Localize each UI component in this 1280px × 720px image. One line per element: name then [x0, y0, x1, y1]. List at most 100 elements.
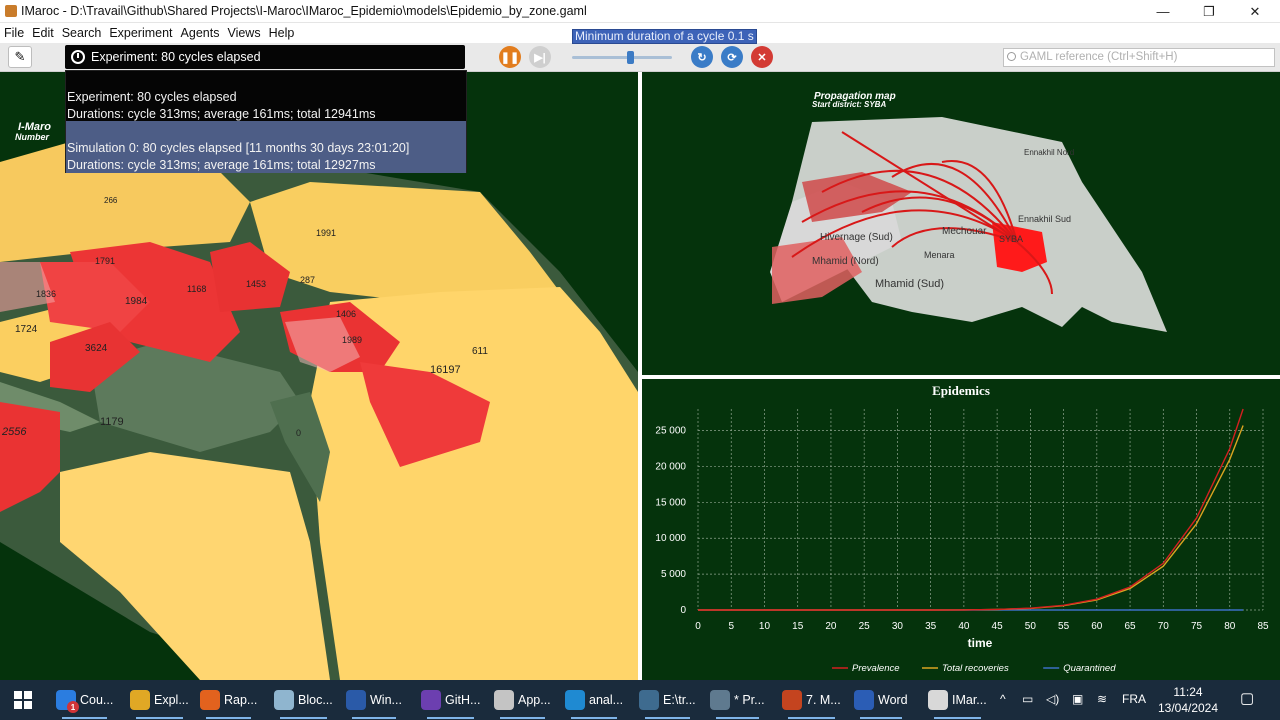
taskbar-app-9[interactable]: * Pr... — [710, 684, 765, 719]
propagation-map-view[interactable]: Propagation map Start district: SYBA Enn… — [642, 72, 1280, 375]
district-label: SYBA — [999, 234, 1023, 244]
battery-icon[interactable]: ▭ — [1022, 692, 1033, 706]
zone-label: 2556 — [1, 426, 27, 438]
restore-button[interactable]: ❐ — [1186, 0, 1232, 23]
y-tick-label: 20 000 — [655, 461, 686, 472]
x-tick-label: 10 — [759, 621, 771, 632]
y-tick-label: 15 000 — [655, 497, 686, 508]
district-label: Ennakhil Nord — [1024, 148, 1074, 157]
step-button[interactable]: ▶| — [529, 46, 551, 68]
x-tick-label: 0 — [695, 621, 701, 632]
propagation-map-subtitle: Start district: SYBA — [812, 100, 886, 109]
menu-agents[interactable]: Agents — [181, 26, 220, 40]
gaml-reference-search[interactable]: GAML reference (Ctrl+Shift+H) — [1003, 48, 1275, 67]
left-map-subtitle: Number — [15, 132, 50, 142]
reload-button[interactable]: ↻ — [691, 46, 713, 68]
stop-button[interactable]: ✕ — [751, 46, 773, 68]
experiment-info-popup: Experiment: 80 cycles elapsed Durations:… — [65, 70, 467, 173]
x-tick-label: 75 — [1191, 621, 1203, 632]
edit-model-button[interactable]: ✎ — [8, 46, 32, 68]
experiment-status[interactable]: Experiment: 80 cycles elapsed — [65, 45, 465, 69]
notification-badge: 1 — [67, 701, 79, 713]
x-tick-label: 55 — [1058, 621, 1070, 632]
taskbar-app-8[interactable]: E:\tr... — [639, 684, 696, 719]
taskbar-app-label: 7. M... — [806, 693, 841, 707]
zone-1179 — [60, 452, 330, 680]
taskbar-app-label: Expl... — [154, 693, 189, 707]
running-indicator — [860, 717, 902, 719]
zone-label: 16197 — [430, 364, 461, 376]
taskbar: 1 Cou... Expl... Rap... Bloc... Win... GitH...… — [0, 680, 1280, 720]
epidemics-chart-view[interactable]: Epidemics 0 5 000 10 000 15 000 20 000 25 000… — [642, 379, 1280, 680]
district-label: Hivernage (Sud) — [820, 232, 893, 243]
zone-label: 1989 — [342, 335, 362, 345]
windows-icon — [14, 691, 32, 709]
taskbar-app-7[interactable]: anal... — [565, 684, 623, 719]
running-indicator — [206, 717, 252, 719]
legend-label: Total recoveries — [942, 663, 1009, 674]
running-indicator — [645, 717, 690, 719]
taskbar-app-1[interactable]: Expl... — [130, 684, 189, 719]
taskbar-app-label: Word — [878, 693, 908, 707]
tray-chevron-icon[interactable]: ^ — [1000, 692, 1006, 706]
taskbar-app-label: E:\tr... — [663, 693, 696, 707]
propagation-map-canvas: Propagation map Start district: SYBA Enn… — [770, 91, 1167, 332]
x-tick-label: 25 — [859, 621, 871, 632]
speed-slider[interactable] — [572, 51, 672, 64]
chart-x-ticks: 0 5 10 15 20 25 30 35 40 45 50 55 60 65 70 75 80 85 — [695, 621, 1269, 632]
running-indicator — [788, 717, 835, 719]
start-button[interactable] — [14, 684, 32, 716]
legend-label: Prevalence — [852, 663, 900, 674]
taskbar-app-0[interactable]: 1 Cou... — [56, 684, 113, 719]
menu-help[interactable]: Help — [269, 26, 295, 40]
zone-label: 287 — [300, 275, 315, 285]
experiment-info-line1: Experiment: 80 cycles elapsed — [67, 90, 237, 104]
language-indicator[interactable]: FRA — [1122, 692, 1146, 706]
notifications-icon[interactable]: ▢ — [1240, 689, 1254, 707]
taskbar-app-10[interactable]: 7. M... — [782, 684, 841, 719]
simulation-info[interactable]: Simulation 0: 80 cycles elapsed [11 mont… — [66, 121, 466, 173]
window-title: IMaroc - D:\Travail\Github\Shared Projec… — [21, 4, 587, 18]
running-indicator — [280, 717, 327, 719]
relaunch-button[interactable]: ⟳ — [721, 46, 743, 68]
menu-file[interactable]: File — [4, 26, 24, 40]
zone-label: 1179 — [100, 416, 124, 428]
taskbar-app-4[interactable]: Win... — [346, 684, 402, 719]
district-label: Menara — [924, 250, 955, 260]
camera-icon[interactable]: ▣ — [1072, 692, 1083, 706]
zone-label: 266 — [104, 196, 118, 205]
taskbar-app-11[interactable]: Word — [854, 684, 908, 719]
menu-search[interactable]: Search — [62, 26, 102, 40]
menu-views[interactable]: Views — [227, 26, 260, 40]
x-tick-label: 20 — [825, 621, 837, 632]
minimize-button[interactable]: — — [1140, 0, 1186, 23]
district-label: Mhamid (Sud) — [875, 278, 944, 290]
taskbar-app-12[interactable]: IMar... — [928, 684, 987, 719]
taskbar-app-6[interactable]: App... — [494, 684, 551, 719]
system-clock[interactable]: 11:24 13/04/2024 — [1150, 684, 1226, 716]
taskbar-app-2[interactable]: Rap... — [200, 684, 257, 719]
y-tick-label: 0 — [680, 605, 686, 616]
taskbar-app-3[interactable]: Bloc... — [274, 684, 333, 719]
simulation-info-line1: Simulation 0: 80 cycles elapsed [11 mont… — [67, 141, 410, 155]
reload-icon: ↻ — [697, 51, 707, 64]
close-button[interactable]: ✕ — [1232, 0, 1278, 23]
menu-edit[interactable]: Edit — [32, 26, 54, 40]
speed-slider-thumb[interactable] — [627, 51, 634, 64]
word-icon — [854, 690, 874, 710]
wifi-icon[interactable]: ≋ — [1097, 692, 1107, 706]
pdf-icon — [494, 690, 514, 710]
clock-date: 13/04/2024 — [1157, 701, 1219, 715]
pause-button[interactable]: ❚❚ — [499, 46, 521, 68]
running-indicator — [934, 717, 981, 719]
running-indicator — [571, 717, 618, 719]
chart-title: Epidemics — [932, 383, 990, 398]
x-tick-label: 80 — [1224, 621, 1236, 632]
menu-experiment[interactable]: Experiment — [109, 26, 172, 40]
vscode-icon — [565, 690, 585, 710]
x-tick-label: 35 — [925, 621, 937, 632]
clock-icon — [71, 50, 85, 64]
taskbar-app-5[interactable]: GitH... — [421, 684, 480, 719]
zone-label: 611 — [472, 346, 488, 357]
volume-icon[interactable]: ◁) — [1046, 692, 1059, 706]
